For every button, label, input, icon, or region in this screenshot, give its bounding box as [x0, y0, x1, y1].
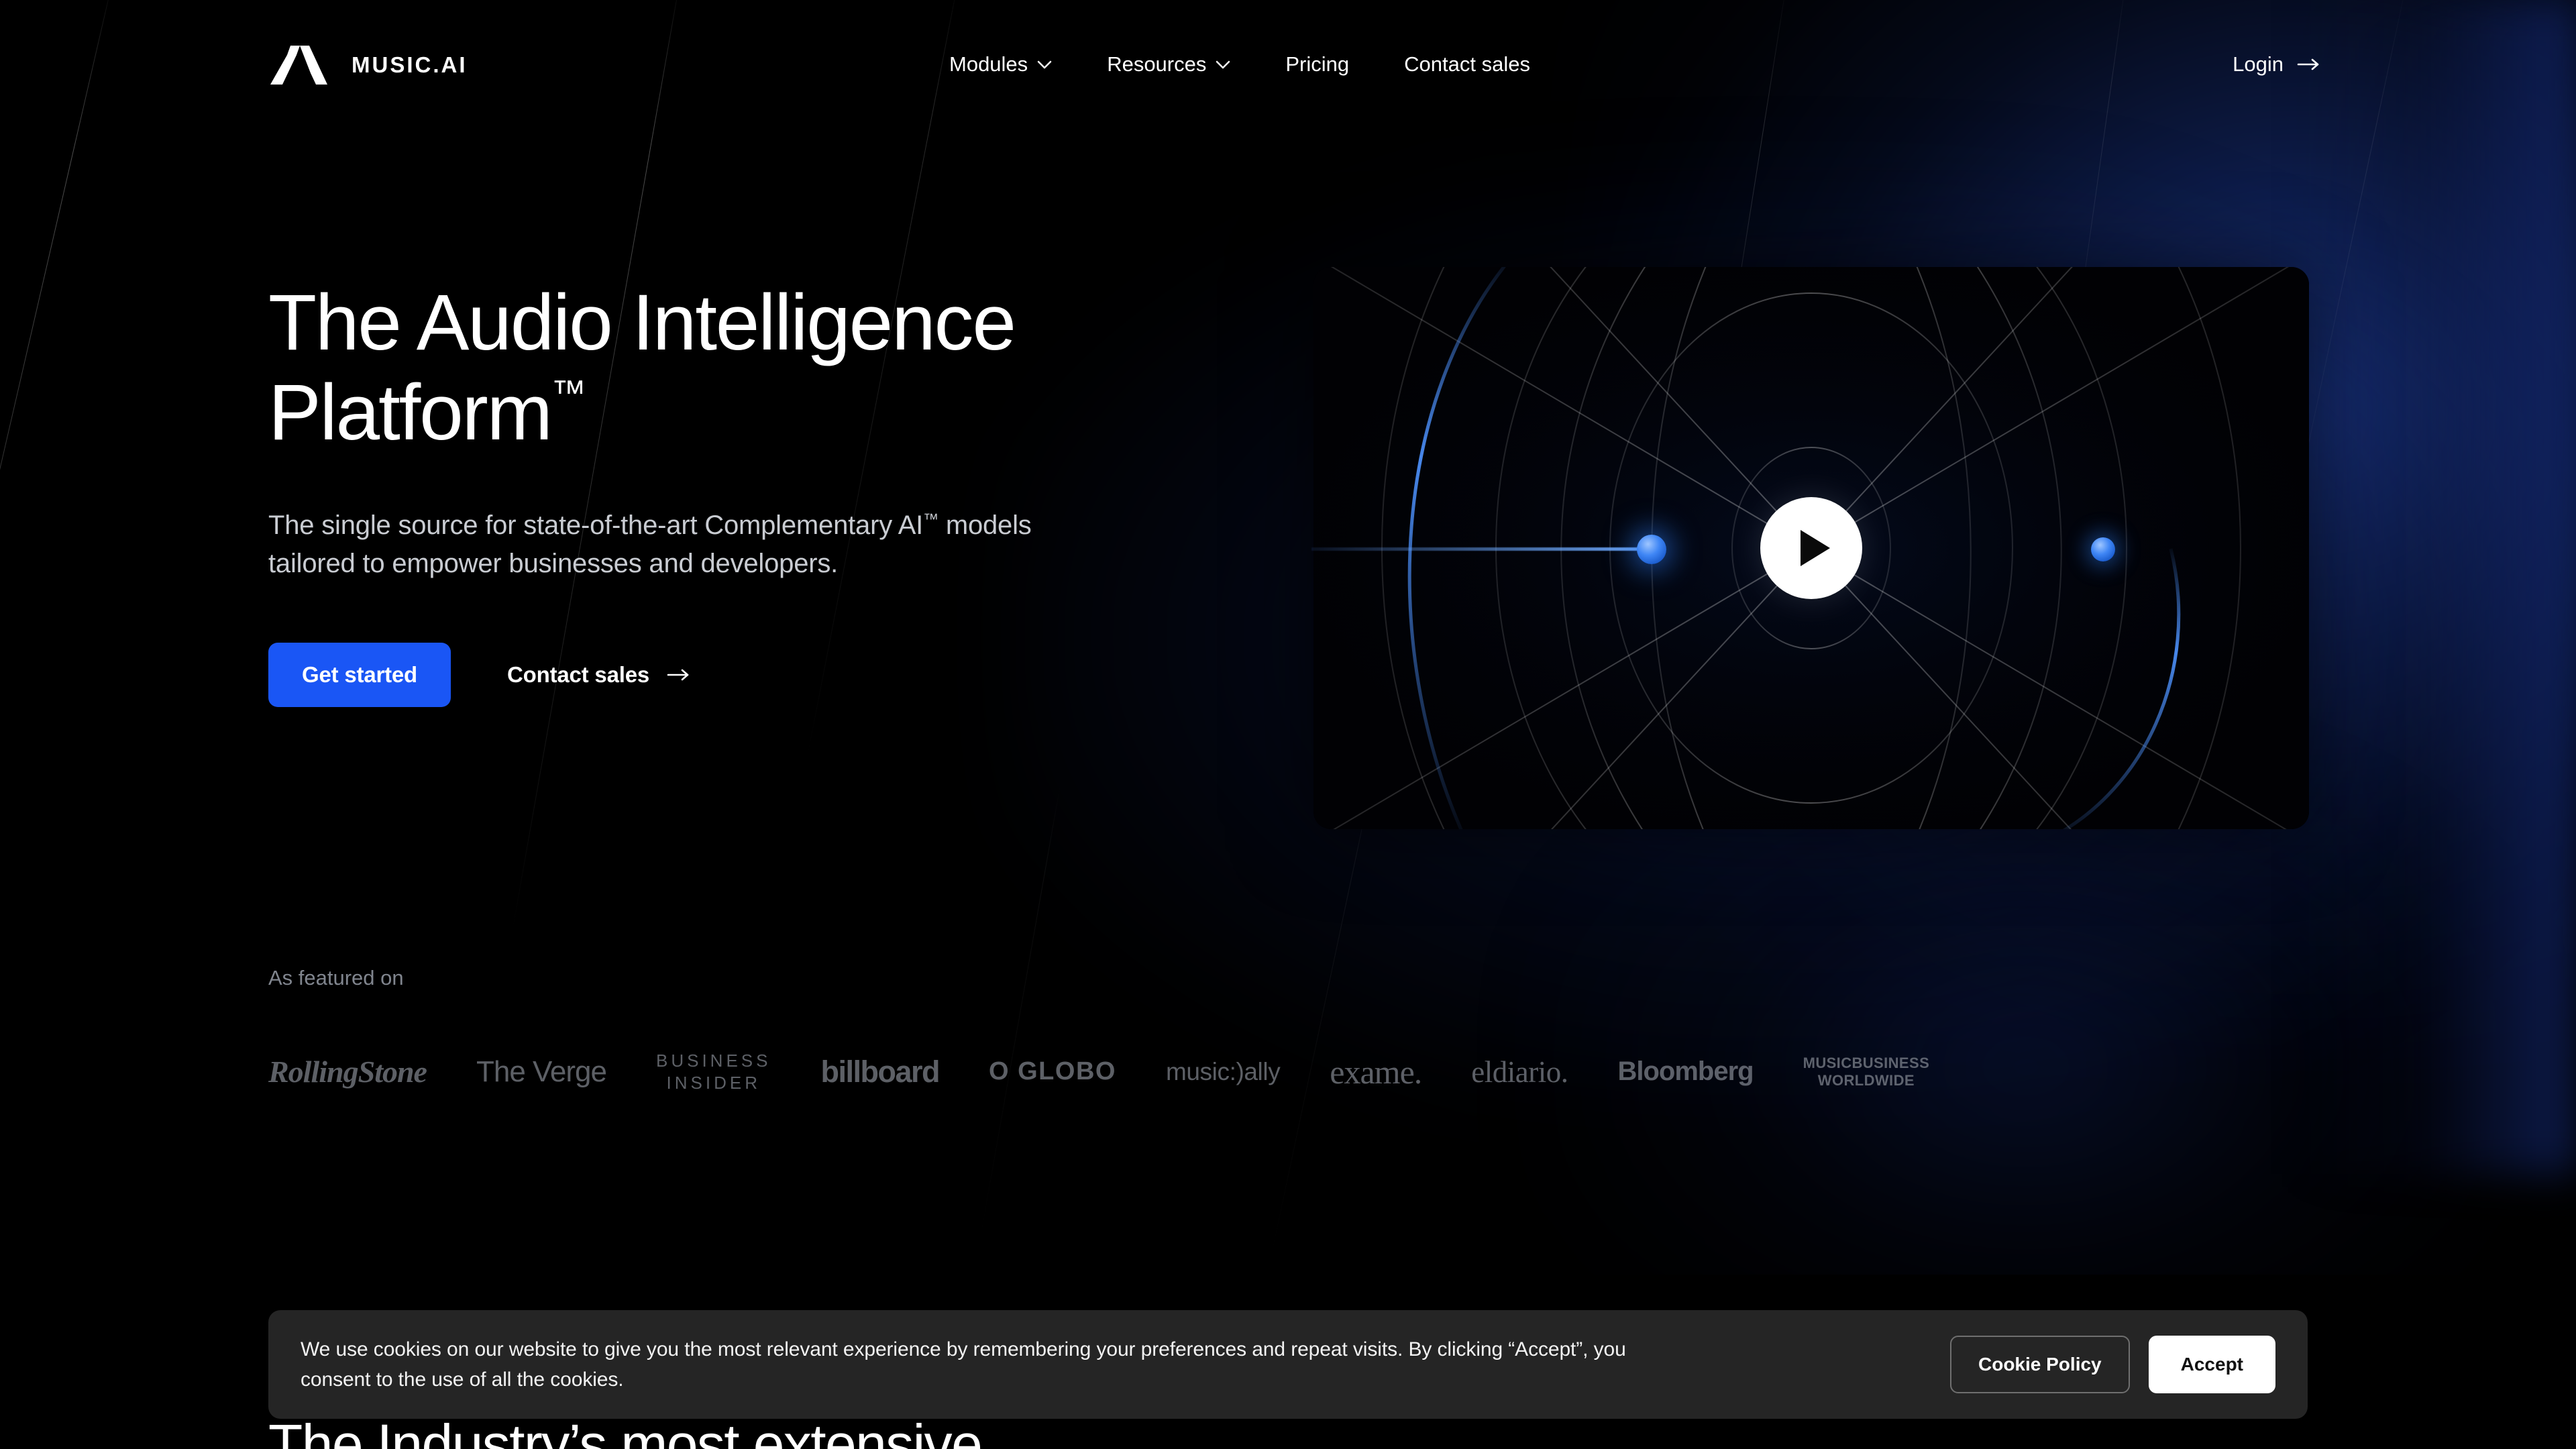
contact-sales-button[interactable]: Contact sales: [507, 662, 691, 688]
accept-cookies-button[interactable]: Accept: [2149, 1336, 2275, 1393]
press-logo-eldiario: eldiario.: [1471, 1055, 1568, 1089]
press-logo-bloomberg: Bloomberg: [1617, 1057, 1753, 1087]
nav-item-contact-sales[interactable]: Contact sales: [1404, 52, 1530, 76]
press-logo-music-ally: music:)ally: [1166, 1058, 1280, 1086]
press-logo-exame: exame.: [1330, 1053, 1421, 1091]
nav-item-contact-sales-label: Contact sales: [1404, 52, 1530, 76]
press-logo-business-insider-line1: BUSINESS: [656, 1051, 771, 1071]
cookie-consent-actions: Cookie Policy Accept: [1950, 1336, 2275, 1393]
press-logo-row: RollingStone The Verge BUSINESS INSIDER …: [268, 1050, 2314, 1094]
subhead-part-1: The single source for state-of-the-art C…: [268, 511, 923, 540]
nav-item-modules-label: Modules: [949, 52, 1028, 76]
press-logo-business-insider: BUSINESS INSIDER: [656, 1050, 771, 1094]
contact-sales-label: Contact sales: [507, 662, 649, 688]
press-logo-billboard: billboard: [821, 1055, 940, 1089]
cookie-consent-message: We use cookies on our website to give yo…: [301, 1334, 1662, 1395]
site-header: MUSIC.AI Modules Resources Pricing Conta…: [0, 0, 2576, 141]
hero-subheading: The single source for state-of-the-art C…: [268, 506, 1093, 584]
press-logo-the-verge: The Verge: [476, 1055, 606, 1089]
page-root: MUSIC.AI Modules Resources Pricing Conta…: [0, 0, 2576, 1449]
nav-item-resources-label: Resources: [1107, 52, 1206, 76]
headline-line-2: Platform: [268, 368, 551, 457]
press-logo-music-business-worldwide: MUSICBUSINESS WORLDWIDE: [1803, 1055, 1930, 1089]
press-logo-mbw-line2: WORLDWIDE: [1818, 1072, 1915, 1089]
background-hairline-8: [978, 785, 1061, 1248]
featured-label: As featured on: [268, 966, 404, 990]
subhead-trademark: ™: [923, 511, 938, 528]
music-ai-logo-mark-icon: [268, 44, 334, 86]
cookie-policy-button[interactable]: Cookie Policy: [1950, 1336, 2130, 1393]
get-started-button[interactable]: Get started: [268, 643, 451, 707]
cookie-consent-banner: We use cookies on our website to give yo…: [268, 1310, 2308, 1419]
arrow-right-icon: [2297, 58, 2321, 71]
primary-nav: Modules Resources Pricing Contact sales: [949, 52, 1530, 76]
hero-content: The Audio Intelligence Platform™ The sin…: [268, 278, 1261, 707]
play-video-button[interactable]: [1760, 497, 1862, 599]
nav-item-modules[interactable]: Modules: [949, 52, 1052, 76]
press-logo-o-globo: O GLOBO: [989, 1057, 1116, 1086]
press-logo-business-insider-line2: INSIDER: [667, 1073, 761, 1093]
headline-line-1: The Audio Intelligence: [268, 278, 1015, 367]
brand-name: MUSIC.AI: [352, 52, 468, 78]
press-logo-mbw-line1: MUSICBUSINESS: [1803, 1055, 1930, 1071]
play-icon: [1801, 530, 1830, 566]
page-title: The Audio Intelligence Platform™: [268, 278, 1261, 458]
chevron-down-icon: [1216, 60, 1230, 69]
audio-node-right: [2091, 537, 2115, 561]
login-label: Login: [2233, 52, 2284, 76]
audio-node-left: [1637, 535, 1666, 564]
nav-item-pricing[interactable]: Pricing: [1285, 52, 1349, 76]
arrow-right-icon: [667, 668, 691, 682]
audio-beam-line: [1311, 547, 1647, 551]
headline-trademark: ™: [551, 374, 586, 413]
background-hairline-7: [1269, 765, 1376, 1264]
background-hairline-1: [0, 0, 115, 954]
hero-cta-row: Get started Contact sales: [268, 643, 1261, 707]
nav-item-pricing-label: Pricing: [1285, 52, 1349, 76]
press-logo-rollingstone: RollingStone: [268, 1054, 427, 1089]
nav-item-resources[interactable]: Resources: [1107, 52, 1230, 76]
login-link[interactable]: Login: [2233, 52, 2321, 76]
brand-logo[interactable]: MUSIC.AI: [268, 44, 468, 86]
background-edge-glow: [2294, 0, 2576, 1174]
chevron-down-icon: [1037, 60, 1052, 69]
